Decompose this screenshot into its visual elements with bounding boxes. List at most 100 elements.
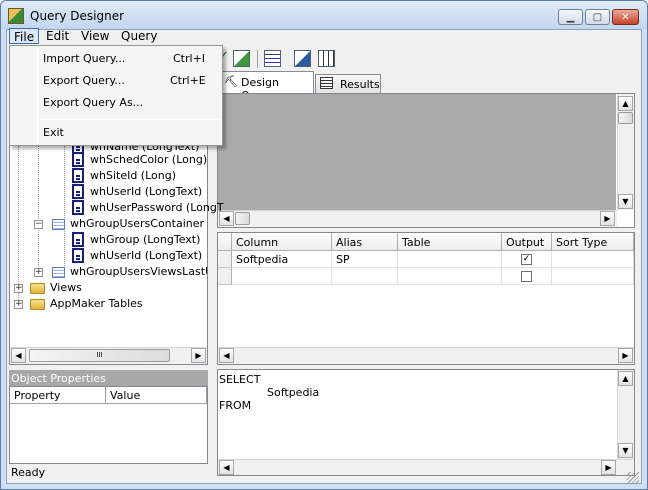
properties-icon[interactable]	[318, 50, 335, 67]
row-header[interactable]	[218, 251, 232, 268]
menu-query[interactable]: Query	[117, 28, 161, 44]
diagram-hscrollbar[interactable]	[218, 210, 617, 227]
column-icon	[72, 184, 84, 199]
table-icon	[52, 219, 65, 230]
tree-line	[18, 146, 19, 304]
tree-line	[64, 146, 65, 266]
toolbar-separator	[257, 50, 258, 68]
grid-view-icon[interactable]	[264, 50, 281, 67]
close-button[interactable]: ✕	[612, 9, 639, 25]
tree-node-appmaker[interactable]: AppMaker Tables	[50, 297, 143, 310]
window-title: Query Designer	[30, 9, 125, 23]
grid-hscrollbar[interactable]	[218, 347, 634, 364]
output-checkbox-checked[interactable]: ✓	[521, 254, 532, 265]
grid-header-sort-type[interactable]: Sort Type	[552, 233, 634, 251]
scroll-right-icon[interactable]: ▶	[601, 460, 616, 475]
expand-icon[interactable]: +	[14, 300, 23, 309]
tree-node-column[interactable]: whSiteId (Long)	[90, 169, 176, 182]
expand-icon[interactable]: +	[14, 284, 23, 293]
menu-file[interactable]: File	[9, 28, 40, 44]
close-icon: ✕	[621, 11, 630, 23]
scroll-right-icon[interactable]: ▶	[618, 348, 633, 363]
tree-node-column[interactable]: whUserPassword (LongT	[90, 201, 224, 214]
minimize-button[interactable]: ▁	[558, 9, 583, 25]
diagram-canvas[interactable]	[218, 94, 616, 210]
tree-node-table[interactable]: whGroupUsersViewsLastUse	[70, 265, 207, 278]
scroll-down-icon[interactable]: ▼	[618, 194, 633, 209]
tree-node-column[interactable]: whUserId (LongText)	[90, 185, 202, 198]
results-grid-icon	[320, 77, 333, 89]
table-icon	[52, 267, 65, 278]
grid-cell-column[interactable]	[232, 268, 332, 285]
expand-icon[interactable]: +	[34, 268, 43, 277]
tree-node-column[interactable]: whUserId (LongText)	[90, 249, 202, 262]
grid-cell-alias[interactable]	[332, 268, 398, 285]
menu-view[interactable]: View	[77, 28, 113, 44]
app-icon	[8, 8, 24, 24]
column-icon	[72, 168, 84, 183]
tree-node-table[interactable]: whGroupUsersContainer	[70, 217, 204, 230]
grid-cell-table[interactable]	[398, 268, 502, 285]
row-header[interactable]	[218, 268, 232, 285]
grid-header-column[interactable]: Column	[232, 233, 332, 251]
collapse-icon[interactable]: −	[34, 220, 43, 229]
menu-item-import-query[interactable]: Import Query...	[43, 52, 125, 65]
output-checkbox[interactable]	[521, 271, 532, 282]
sql-from: FROM	[219, 399, 252, 412]
menu-item-export-query-as[interactable]: Export Query As...	[43, 96, 143, 109]
scroll-down-icon[interactable]: ▼	[618, 443, 633, 458]
menu-item-exit[interactable]: Exit	[43, 126, 64, 139]
tool-icon[interactable]	[294, 50, 311, 67]
sql-column: Softpedia	[267, 386, 320, 399]
menu-gutter	[37, 46, 38, 145]
tree-node-column[interactable]: whGroup (LongText)	[90, 233, 200, 246]
folder-icon	[30, 283, 45, 294]
column-icon	[72, 232, 84, 247]
status-bar-text: Ready	[11, 466, 46, 479]
menu-separator	[40, 119, 220, 120]
maximize-icon: ▢	[592, 11, 603, 23]
grid-corner	[218, 233, 232, 251]
scroll-right-icon[interactable]: ▶	[191, 348, 206, 363]
tree-node-views[interactable]: Views	[50, 281, 82, 294]
grid-cell-column[interactable]: Softpedia	[232, 251, 332, 268]
object-properties-title: Object Properties	[9, 370, 208, 386]
value-column-header[interactable]: Value	[106, 387, 207, 404]
design-icon: ⛏	[224, 75, 238, 88]
grid-cell-table[interactable]	[398, 251, 502, 268]
property-column-header[interactable]: Property	[10, 387, 106, 404]
scroll-up-icon[interactable]: ▲	[618, 371, 633, 386]
folder-icon	[30, 299, 45, 310]
grid-cell-sort[interactable]	[552, 268, 634, 285]
grid-header-output[interactable]: Output	[502, 233, 552, 251]
scroll-right-icon[interactable]: ▶	[600, 211, 615, 226]
resize-grip-icon[interactable]	[627, 472, 639, 484]
minimize-icon: ▁	[566, 11, 575, 23]
tree-node-column[interactable]: whSchedColor (Long)	[90, 153, 207, 166]
column-icon	[72, 152, 84, 167]
tab-results-label: Results	[340, 78, 380, 91]
export-excel-icon[interactable]	[233, 50, 250, 67]
tree-line	[38, 146, 39, 271]
grid-cell-sort[interactable]	[552, 251, 634, 268]
menu-item-export-query[interactable]: Export Query...	[43, 74, 125, 87]
menu-edit[interactable]: Edit	[42, 28, 73, 44]
toolbar	[222, 48, 640, 70]
grid-cell-alias[interactable]: SP	[332, 251, 398, 268]
maximize-button[interactable]: ▢	[585, 9, 610, 25]
scroll-left-icon[interactable]: ◀	[11, 348, 26, 363]
scroll-left-icon[interactable]: ◀	[219, 348, 234, 363]
scroll-thumb[interactable]	[235, 212, 250, 225]
shortcut-import: Ctrl+I	[173, 52, 206, 65]
grid-header-alias[interactable]: Alias	[332, 233, 398, 251]
scroll-left-icon[interactable]: ◀	[219, 460, 234, 475]
grid-header-table[interactable]: Table	[398, 233, 502, 251]
scroll-thumb[interactable]	[618, 112, 633, 124]
scroll-thumb[interactable]: III	[29, 349, 170, 362]
shortcut-export: Ctrl+E	[170, 74, 206, 87]
sql-hscrollbar[interactable]	[218, 459, 634, 475]
column-icon	[72, 200, 84, 215]
sql-select: SELECT	[219, 373, 261, 386]
scroll-up-icon[interactable]: ▲	[618, 96, 633, 111]
column-icon	[72, 248, 84, 263]
